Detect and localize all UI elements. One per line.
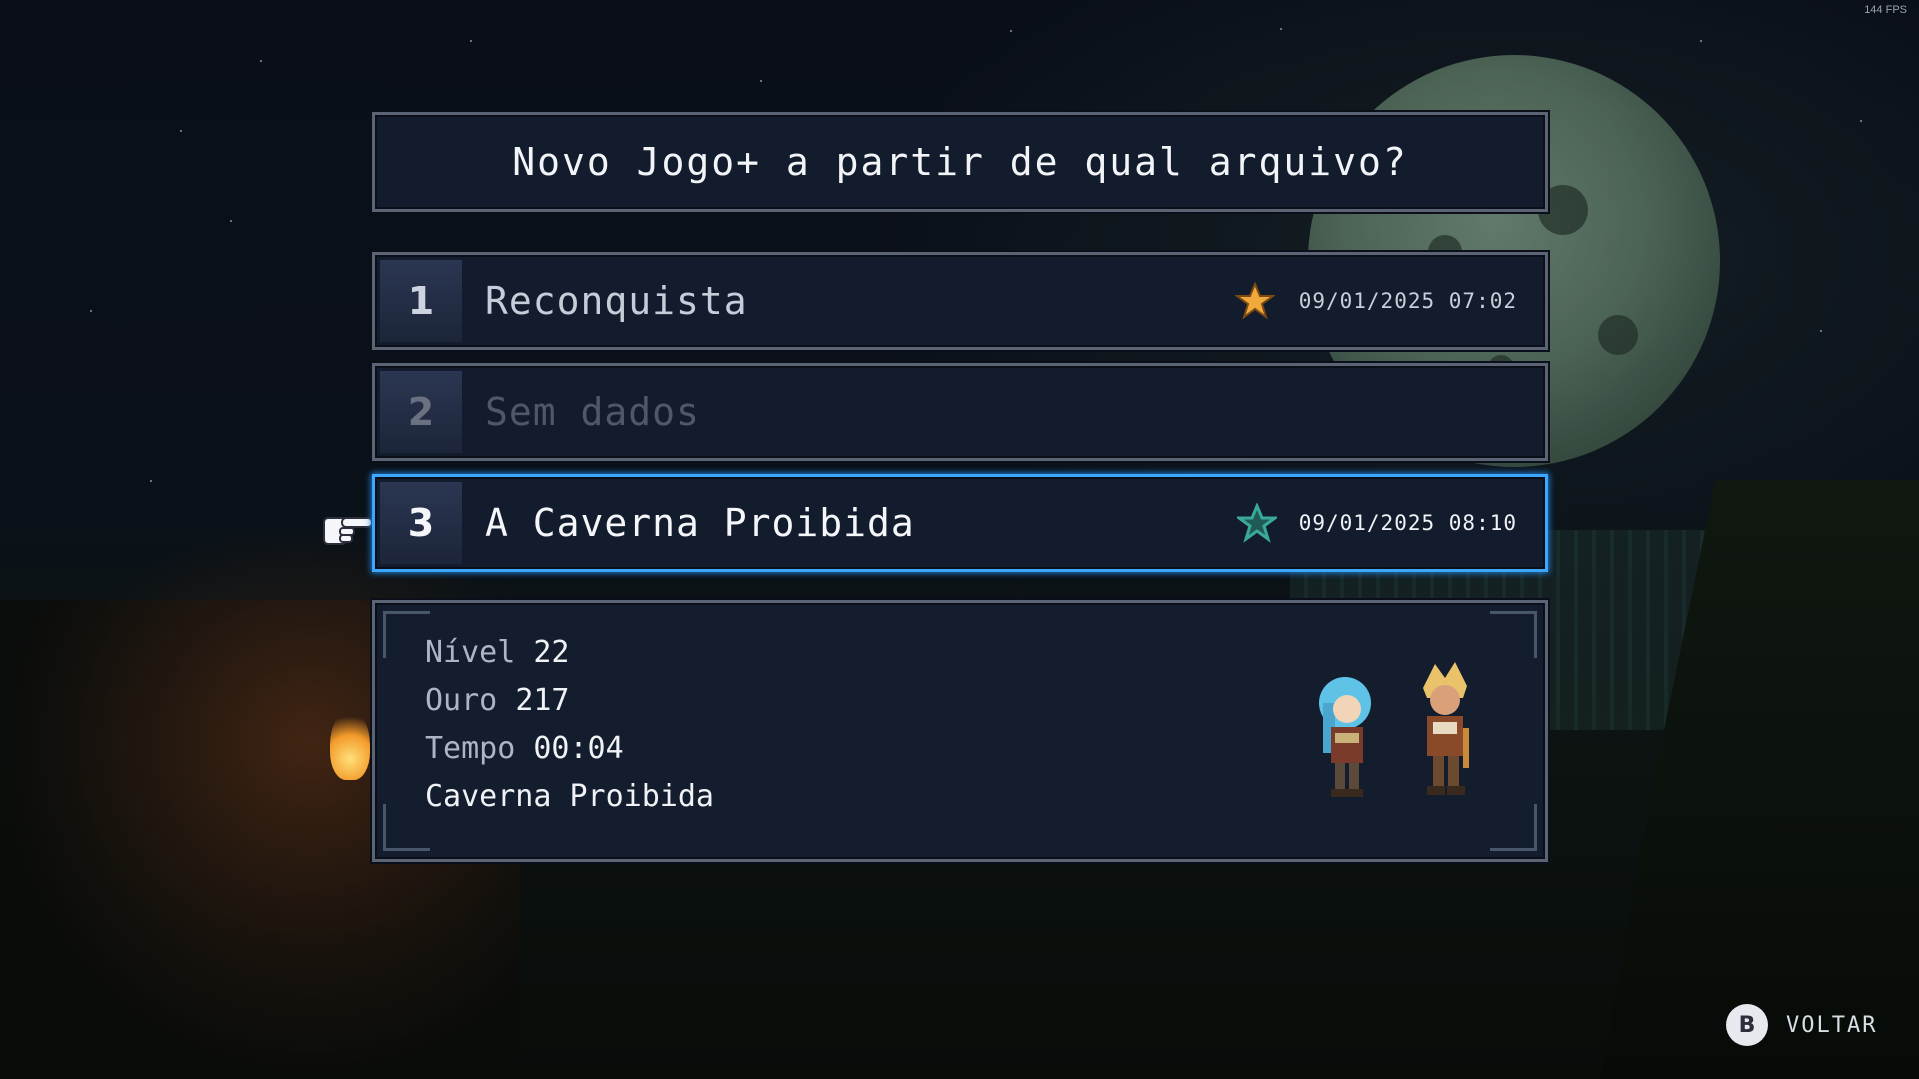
slot-date: 09/01/2025 07:02 xyxy=(1298,289,1517,313)
moon-crater xyxy=(1598,315,1638,355)
level-line: Nível 22 xyxy=(425,635,570,670)
dialog-title-panel: Novo Jogo+ a partir de qual arquivo? xyxy=(372,112,1548,212)
slot-name: Reconquista xyxy=(485,279,748,323)
star-sparkle xyxy=(760,80,762,82)
star-sparkle xyxy=(230,220,232,222)
star-sparkle xyxy=(1860,120,1862,122)
star-sparkle xyxy=(150,480,152,482)
ornament-corner xyxy=(1490,611,1537,658)
location-name: Caverna Proibida xyxy=(425,779,714,814)
slot-name: A Caverna Proibida xyxy=(485,501,915,545)
star-icon xyxy=(1235,255,1275,347)
save-details-panel: Nível 22 Ouro 217 Tempo 00:04 Caverna Pr… xyxy=(372,600,1548,862)
back-control-hint[interactable]: B VOLTAR xyxy=(1726,1004,1877,1046)
time-value: 00:04 xyxy=(533,731,624,766)
slot-number: 3 xyxy=(380,482,462,564)
ornament-corner xyxy=(1490,804,1537,851)
star-sparkle xyxy=(1010,30,1012,32)
star-sparkle xyxy=(180,130,182,132)
time-line: Tempo 00:04 xyxy=(425,731,624,766)
star-sparkle xyxy=(470,40,472,42)
game-scene: 144 FPS Novo Jogo+ a partir de qual arqu… xyxy=(0,0,1919,1079)
dialog-title: Novo Jogo+ a partir de qual arquivo? xyxy=(512,140,1408,184)
star-sparkle xyxy=(1280,28,1282,30)
star-sparkle xyxy=(1820,330,1822,332)
back-label: VOLTAR xyxy=(1786,1012,1878,1038)
star-sparkle xyxy=(1700,40,1702,42)
ornament-corner xyxy=(383,804,430,851)
gold-label: Ouro xyxy=(425,683,498,718)
character-sprite-blue-hair xyxy=(1305,673,1385,803)
star-icon xyxy=(1237,477,1277,569)
save-slot-2[interactable]: 2 Sem dados xyxy=(372,363,1548,461)
pointing-hand-cursor-icon xyxy=(322,506,376,548)
save-slot-1[interactable]: 1 Reconquista 09/01/2025 07:02 xyxy=(372,252,1548,350)
slot-number: 1 xyxy=(380,260,462,342)
gold-line: Ouro 217 xyxy=(425,683,570,718)
gold-value: 217 xyxy=(515,683,570,718)
save-slot-3[interactable]: 3 A Caverna Proibida 09/01/2025 08:10 xyxy=(372,474,1548,572)
time-label: Tempo xyxy=(425,731,516,766)
slot-name: Sem dados xyxy=(485,390,700,434)
b-button-icon[interactable]: B xyxy=(1726,1004,1768,1046)
star-sparkle xyxy=(90,310,92,312)
level-value: 22 xyxy=(533,635,570,670)
character-sprite-blond xyxy=(1405,658,1485,808)
ornament-corner xyxy=(383,611,430,658)
campfire xyxy=(330,710,370,780)
slot-date: 09/01/2025 08:10 xyxy=(1298,511,1517,535)
level-label: Nível xyxy=(425,635,516,670)
fps-counter: 144 FPS xyxy=(1864,4,1907,16)
star-sparkle xyxy=(260,60,262,62)
slot-number: 2 xyxy=(380,371,462,453)
